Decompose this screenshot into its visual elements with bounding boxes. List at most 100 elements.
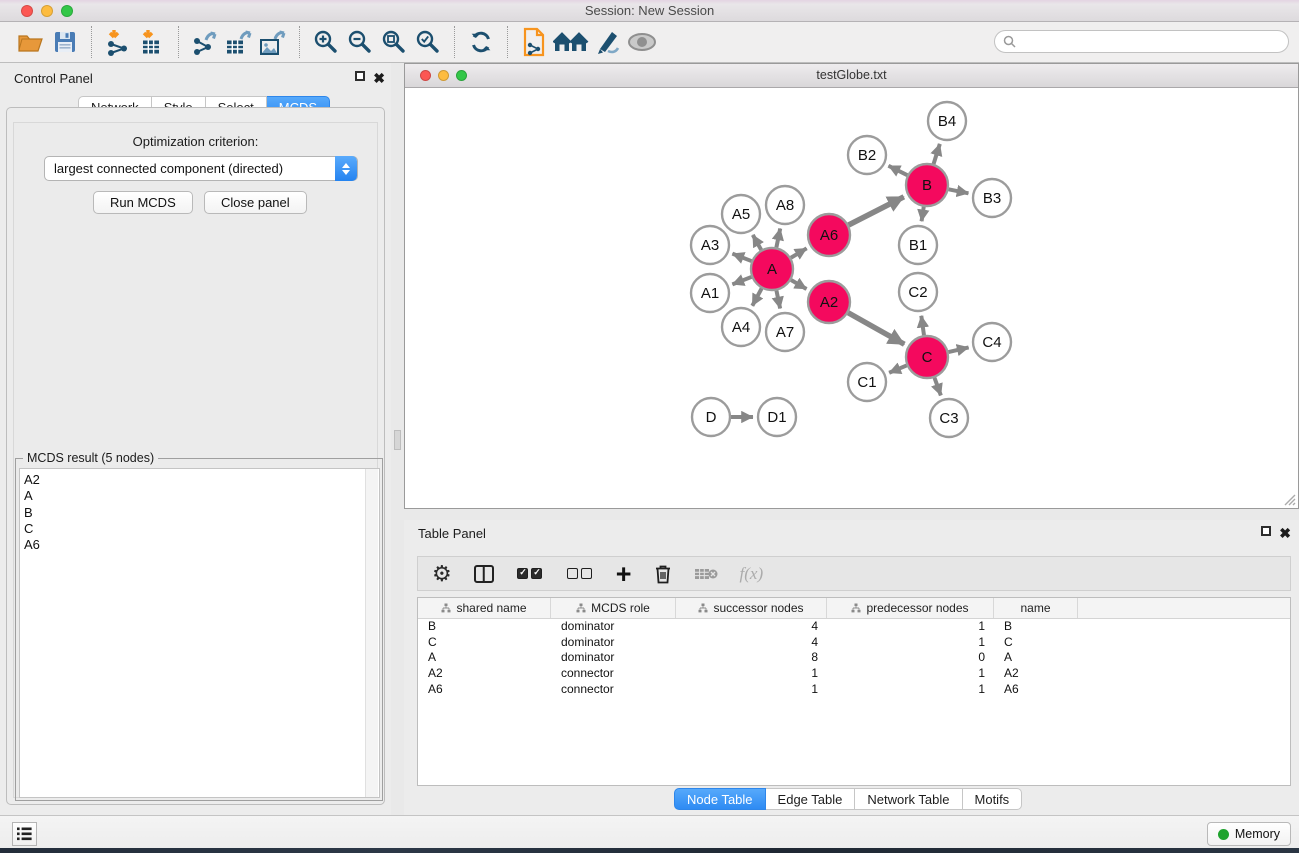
hide-selected-button[interactable]: [625, 25, 659, 59]
column-header[interactable]: name: [994, 598, 1078, 618]
tab-network-table[interactable]: Network Table: [855, 788, 962, 810]
mcds-result-item[interactable]: A2: [24, 472, 379, 488]
open-session-button[interactable]: [14, 25, 48, 59]
deselect-all-columns-button[interactable]: [566, 559, 594, 589]
network-maximize-button[interactable]: [456, 70, 467, 81]
result-list-scrollbar[interactable]: [365, 469, 378, 797]
search-input[interactable]: [1021, 35, 1280, 49]
export-table-button[interactable]: [222, 25, 256, 59]
main-toolbar: [0, 22, 1299, 63]
graph-edge[interactable]: [922, 207, 924, 222]
graph-edge[interactable]: [791, 280, 806, 289]
select-all-columns-button[interactable]: [516, 559, 544, 589]
show-all-networks-button[interactable]: [551, 25, 591, 59]
graph-node-label: C1: [857, 374, 876, 391]
table-cell: A2: [418, 666, 551, 682]
table-row[interactable]: A2connector11A2: [418, 666, 1290, 682]
network-close-button[interactable]: [420, 70, 431, 81]
table-row[interactable]: Cdominator41C: [418, 635, 1290, 651]
import-network-button[interactable]: [101, 25, 135, 59]
function-builder-button[interactable]: f(x): [740, 559, 764, 589]
graph-edge[interactable]: [948, 347, 968, 352]
graph-edge[interactable]: [934, 378, 940, 396]
table-row[interactable]: Bdominator41B: [418, 619, 1290, 635]
apply-style-button[interactable]: [591, 25, 625, 59]
zoom-in-button[interactable]: [309, 25, 343, 59]
export-network-icon: [190, 28, 220, 56]
control-panel-header: Control Panel ✖: [0, 63, 391, 93]
tab-edge-table[interactable]: Edge Table: [766, 788, 856, 810]
mcds-result-item[interactable]: C: [24, 521, 379, 537]
column-header[interactable]: shared name: [418, 598, 551, 618]
table-settings-button[interactable]: ⚙: [432, 559, 452, 589]
zoom-fit-button[interactable]: [377, 25, 411, 59]
graph-node-label: A5: [732, 206, 750, 223]
graph-edge[interactable]: [776, 291, 780, 309]
column-header[interactable]: MCDS role: [551, 598, 676, 618]
mcds-result-item[interactable]: A6: [24, 537, 379, 553]
network-minimize-button[interactable]: [438, 70, 449, 81]
run-mcds-button[interactable]: Run MCDS: [93, 191, 193, 214]
zoom-out-button[interactable]: [343, 25, 377, 59]
table-cell: 1: [827, 666, 994, 682]
graph-edge[interactable]: [776, 229, 780, 248]
export-image-button[interactable]: [256, 25, 290, 59]
graph-edge[interactable]: [752, 288, 761, 305]
close-panel-action-button[interactable]: Close panel: [204, 191, 307, 214]
panel-splitter-handle[interactable]: [394, 430, 401, 450]
table-row[interactable]: A6connector11A6: [418, 682, 1290, 698]
graph-node-label: B3: [983, 190, 1001, 207]
graph-edge[interactable]: [921, 316, 924, 335]
resize-grip[interactable]: [1282, 492, 1296, 506]
graph-edge[interactable]: [791, 248, 807, 257]
houses-icon: [553, 30, 589, 54]
table-toolbar: ⚙ + f(x): [417, 556, 1291, 591]
new-network-from-file-button[interactable]: [517, 25, 551, 59]
graph-edge[interactable]: [848, 313, 904, 345]
maximize-window-button[interactable]: [61, 5, 73, 17]
refresh-view-button[interactable]: [464, 25, 498, 59]
close-panel-button[interactable]: ✖: [373, 71, 385, 86]
status-bar: Memory: [0, 815, 1299, 848]
delete-columns-button[interactable]: [654, 559, 672, 589]
column-header[interactable]: successor nodes: [676, 598, 827, 618]
graph-edge[interactable]: [949, 189, 969, 193]
graph-edge[interactable]: [732, 277, 751, 284]
close-window-button[interactable]: [21, 5, 33, 17]
graph-edge[interactable]: [732, 254, 751, 261]
minimize-window-button[interactable]: [41, 5, 53, 17]
task-history-button[interactable]: [12, 822, 37, 846]
graph-edge[interactable]: [753, 235, 761, 250]
memory-button[interactable]: Memory: [1207, 822, 1291, 846]
split-panel-button[interactable]: [474, 559, 494, 589]
graph-edge[interactable]: [849, 197, 904, 225]
table-float-button[interactable]: [1261, 524, 1271, 539]
save-session-button[interactable]: [48, 25, 82, 59]
graph-edge[interactable]: [888, 166, 907, 175]
zoom-selected-button[interactable]: [411, 25, 445, 59]
mcds-result-list[interactable]: A2ABCA6: [19, 468, 380, 798]
table-row[interactable]: Adominator80A: [418, 650, 1290, 666]
search-field[interactable]: [994, 30, 1289, 53]
graph-nodes: AA1A2A3A4A5A6A7A8BB1B2B3B4CC1C2C3C4DD1: [691, 102, 1011, 437]
float-panel-button[interactable]: [355, 69, 365, 84]
column-header-label: predecessor nodes: [866, 601, 968, 615]
add-column-button[interactable]: +: [616, 559, 632, 589]
tab-node-table[interactable]: Node Table: [674, 788, 766, 810]
graph-edge[interactable]: [934, 144, 940, 164]
tab-motifs[interactable]: Motifs: [963, 788, 1023, 810]
network-window-title-bar: testGlobe.txt: [405, 64, 1298, 88]
mcds-result-item[interactable]: B: [24, 505, 379, 521]
mcds-result-item[interactable]: A: [24, 488, 379, 504]
graph-node-label: A8: [776, 197, 794, 214]
column-type-icon: [441, 603, 451, 613]
criterion-dropdown[interactable]: largest connected component (directed): [44, 156, 358, 181]
table-close-button[interactable]: ✖: [1279, 526, 1291, 541]
network-canvas[interactable]: AA1A2A3A4A5A6A7A8BB1B2B3B4CC1C2C3C4DD1: [405, 88, 1298, 508]
delete-table-button[interactable]: [694, 559, 718, 589]
export-network-button[interactable]: [188, 25, 222, 59]
import-table-button[interactable]: [135, 25, 169, 59]
column-header[interactable]: predecessor nodes: [827, 598, 994, 618]
control-panel: Control Panel ✖ Network Style Select MCD…: [0, 63, 391, 815]
graph-edge[interactable]: [889, 365, 907, 372]
